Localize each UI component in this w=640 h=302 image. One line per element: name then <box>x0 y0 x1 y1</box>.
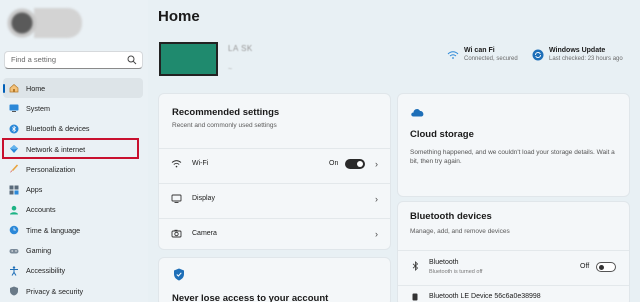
recommended-settings-card: Recommended settings Recent and commonly… <box>158 93 391 250</box>
cloud-icon <box>411 109 424 117</box>
bluetooth-state-label: Off <box>580 263 590 270</box>
wifi-icon <box>447 51 459 59</box>
avatar[interactable] <box>4 8 82 38</box>
sidebar-item-bluetooth[interactable]: Bluetooth & devices <box>3 119 143 139</box>
wifi-icon <box>171 160 182 168</box>
monitor-icon <box>171 194 182 203</box>
bluetooth-icon <box>412 261 419 271</box>
windows-update-status[interactable]: Windows Update Last checked: 23 hours ag… <box>532 47 623 62</box>
chevron-right-icon[interactable]: › <box>375 159 378 169</box>
wifi-state-label: On <box>329 160 339 167</box>
sidebar-item-personalization[interactable]: Personalization <box>3 159 143 179</box>
wifi-toggle[interactable] <box>345 159 365 169</box>
update-status-sub: Last checked: 23 hours ago <box>549 56 623 62</box>
camera-setting-row[interactable]: Camera › <box>159 218 390 248</box>
update-status-title: Windows Update <box>549 47 606 54</box>
cloud-title: Cloud storage <box>410 129 474 140</box>
home-icon <box>9 84 19 93</box>
sidebar-item-system[interactable]: System <box>3 98 143 118</box>
sidebar-item-label: System <box>26 103 50 113</box>
chevron-right-icon[interactable]: › <box>375 194 378 204</box>
highlight-annotation <box>2 138 139 159</box>
accessibility-icon <box>10 266 18 276</box>
device-subtitle: ~ <box>228 66 233 73</box>
bluetooth-row-sub: Bluetooth is turned off <box>429 269 483 275</box>
bluetooth-title: Bluetooth devices <box>410 211 492 222</box>
cloud-storage-card: Cloud storage Something happened, and we… <box>397 93 630 197</box>
sidebar-item-time-language[interactable]: Time & language <box>3 220 143 240</box>
brush-icon <box>10 164 19 174</box>
recommended-sub: Recent and commonly used settings <box>172 122 277 129</box>
account-protection-card: Never lose access to your account <box>158 257 391 302</box>
device-name[interactable]: LA SK <box>228 44 253 53</box>
device-image <box>159 42 218 76</box>
display-setting-row[interactable]: Display › <box>159 183 390 213</box>
search-input[interactable]: Find a setting <box>4 51 143 69</box>
sidebar-item-privacy-security[interactable]: Privacy & security <box>3 281 143 301</box>
account-title: Never lose access to your account <box>172 293 329 302</box>
cloud-body: Something happened, and we couldn't load… <box>410 149 615 165</box>
monitor-icon <box>9 104 19 113</box>
shield-icon <box>10 286 18 296</box>
chevron-right-icon[interactable]: › <box>375 229 378 239</box>
bluetooth-toggle[interactable] <box>596 262 616 272</box>
search-placeholder: Find a setting <box>11 55 57 64</box>
apps-grid-icon <box>9 185 19 195</box>
sidebar-item-label: Home <box>26 83 46 93</box>
globe-clock-icon <box>9 225 19 235</box>
camera-setting-label: Camera <box>192 230 217 237</box>
search-icon <box>127 55 137 65</box>
shield-check-icon <box>174 268 184 281</box>
bluetooth-sub: Manage, add, and remove devices <box>410 228 510 235</box>
sidebar-item-label: Privacy & security <box>26 286 84 296</box>
bluetooth-toggle-row[interactable]: Bluetooth Bluetooth is turned off Off <box>398 250 629 280</box>
sidebar-item-label: Gaming <box>26 246 52 256</box>
person-icon <box>10 205 18 215</box>
camera-icon <box>171 229 182 238</box>
sidebar-item-label: Accessibility <box>26 266 66 276</box>
bluetooth-row-label: Bluetooth <box>429 259 459 266</box>
update-icon <box>532 49 544 61</box>
wifi-setting-label: Wi-Fi <box>192 160 209 167</box>
sidebar-item-label: Personalization <box>26 164 76 174</box>
wifi-setting-row[interactable]: Wi-Fi On › <box>159 148 390 178</box>
page-title: Home <box>158 8 200 25</box>
sidebar-item-gaming[interactable]: Gaming <box>3 240 143 260</box>
bluetooth-device-name: Bluetooth LE Device 56c6a0e38998 <box>429 293 541 300</box>
recommended-title: Recommended settings <box>172 107 280 118</box>
wifi-status-sub: Connected, secured <box>464 56 518 62</box>
bluetooth-icon <box>9 124 19 134</box>
gamepad-icon <box>9 248 19 254</box>
bluetooth-device-row[interactable]: Bluetooth LE Device 56c6a0e38998 <box>398 285 629 302</box>
sidebar-item-label: Apps <box>26 185 43 195</box>
sidebar-nav: Home System Bluetooth & devices Network … <box>3 78 143 301</box>
sidebar-item-label: Accounts <box>26 205 56 215</box>
display-setting-label: Display <box>192 195 215 202</box>
wifi-status[interactable]: Wi can Fi Connected, secured <box>447 47 518 62</box>
sidebar-item-accounts[interactable]: Accounts <box>3 200 143 220</box>
wifi-status-title: Wi can Fi <box>464 47 495 54</box>
sidebar-item-apps[interactable]: Apps <box>3 179 143 199</box>
device-icon <box>412 293 418 301</box>
sidebar-item-label: Time & language <box>26 225 81 235</box>
bluetooth-devices-card: Bluetooth devices Manage, add, and remov… <box>397 201 630 302</box>
sidebar-item-accessibility[interactable]: Accessibility <box>3 261 143 281</box>
sidebar-item-home[interactable]: Home <box>3 78 143 99</box>
sidebar-item-label: Bluetooth & devices <box>26 124 90 134</box>
